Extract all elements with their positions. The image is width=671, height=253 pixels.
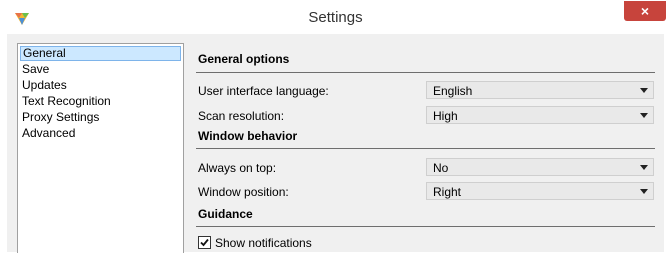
always-on-top-select-value: No — [433, 161, 449, 175]
resolution-select-value: High — [433, 109, 458, 123]
resolution-select[interactable]: High — [426, 106, 654, 124]
settings-sidebar: General Save Updates Text Recognition Pr… — [17, 43, 184, 253]
window-position-select-value: Right — [433, 185, 462, 199]
sidebar-item-proxy-settings[interactable]: Proxy Settings — [20, 110, 180, 124]
section-title-guidance: Guidance — [198, 207, 253, 221]
window-title: Settings — [308, 9, 363, 26]
sidebar-item-text-recognition[interactable]: Text Recognition — [20, 94, 180, 108]
show-notifications-label[interactable]: Show notifications — [215, 236, 312, 250]
resolution-label: Scan resolution: — [198, 109, 285, 123]
window-position-label: Window position: — [198, 185, 289, 199]
section-title-window-behavior: Window behavior — [198, 129, 298, 143]
chevron-down-icon — [640, 165, 648, 170]
show-notifications-checkbox[interactable] — [198, 236, 211, 249]
divider — [196, 226, 655, 227]
divider — [196, 148, 655, 149]
sidebar-item-general[interactable]: General — [20, 46, 181, 61]
sidebar-item-save[interactable]: Save — [20, 62, 180, 76]
section-title-general-options: General options — [198, 52, 290, 66]
sidebar-item-advanced[interactable]: Advanced — [20, 126, 180, 140]
chevron-down-icon — [640, 88, 648, 93]
chevron-down-icon — [640, 189, 648, 194]
language-select[interactable]: English — [426, 81, 654, 99]
language-select-value: English — [433, 84, 473, 98]
title-bar: Settings × — [0, 0, 671, 34]
always-on-top-select[interactable]: No — [426, 158, 654, 176]
close-button[interactable]: × — [624, 1, 666, 21]
window-position-select[interactable]: Right — [426, 182, 654, 200]
chevron-down-icon — [640, 113, 648, 118]
sidebar-item-updates[interactable]: Updates — [20, 78, 180, 92]
always-on-top-label: Always on top: — [198, 161, 277, 175]
divider — [196, 72, 655, 73]
checkmark-icon — [200, 238, 209, 247]
language-label: User interface language: — [198, 84, 329, 98]
